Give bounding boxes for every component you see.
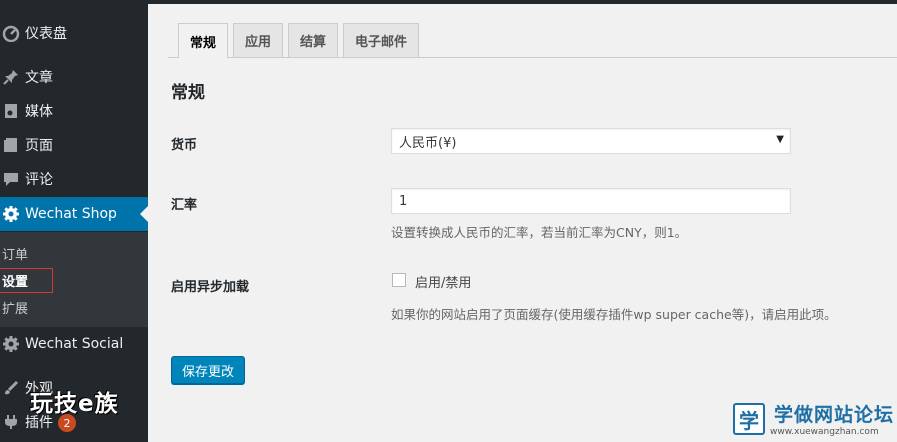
brush-icon — [0, 379, 22, 397]
wechat-shop-submenu: 订单 设置 扩展 — [0, 232, 148, 327]
menu-label: 页面 — [25, 138, 53, 154]
async-checkbox[interactable] — [392, 273, 406, 287]
watermark-text: 玩技e族 — [30, 391, 119, 417]
tab-checkout[interactable]: 结算 — [288, 23, 339, 57]
settings-tabs: 常规 应用 结算 电子邮件 — [178, 23, 424, 58]
site-logo-icon: 学 — [733, 403, 765, 435]
gear-icon — [0, 205, 22, 223]
media-icon — [0, 102, 22, 120]
currency-select[interactable]: 人民币(¥) ▼ — [391, 128, 791, 154]
menu-item-comments[interactable]: 评论 — [0, 162, 148, 196]
currency-label: 货币 — [171, 138, 198, 153]
settings-page: 常规 应用 结算 电子邮件 常规 货币 人民币(¥) ▼ 汇率 1 设置转换成人… — [148, 4, 897, 442]
plugin-icon — [0, 413, 22, 431]
async-checkbox-label[interactable]: 启用/禁用 — [415, 272, 471, 291]
menu-item-media[interactable]: 媒体 — [0, 94, 148, 128]
save-button[interactable]: 保存更改 — [171, 356, 246, 384]
tab-apps[interactable]: 应用 — [233, 23, 284, 57]
menu-item-wechat-shop[interactable]: Wechat Shop — [0, 197, 148, 231]
page-icon — [0, 136, 22, 154]
section-title: 常规 — [171, 83, 205, 103]
watermark-logo-title: 学做网站论坛 — [774, 404, 895, 426]
rate-input[interactable]: 1 — [391, 188, 791, 214]
tab-email[interactable]: 电子邮件 — [343, 23, 420, 57]
rate-description: 设置转换成人民币的汇率，若当前汇率为CNY，则1。 — [391, 225, 688, 240]
async-label: 启用异步加载 — [171, 280, 250, 295]
admin-sidebar: 仪表盘 文章 媒体 页面 评论 Wechat Shop 订单 设置 扩展 Wec… — [0, 0, 148, 442]
submenu-item-settings[interactable]: 设置 — [0, 268, 54, 293]
menu-label: 评论 — [25, 172, 53, 188]
submenu-item-orders[interactable]: 订单 — [2, 244, 28, 263]
tab-general[interactable]: 常规 — [178, 23, 229, 58]
pushpin-icon — [0, 68, 22, 86]
menu-label: 文章 — [25, 70, 53, 86]
watermark-logo-url: www.xuewangzhan.com — [770, 427, 879, 437]
menu-label: Wechat Social — [25, 336, 124, 352]
menu-label: 仪表盘 — [25, 26, 67, 42]
currency-selected-value: 人民币(¥) — [399, 135, 457, 151]
menu-item-wechat-social[interactable]: Wechat Social — [0, 327, 148, 361]
menu-label: 媒体 — [25, 104, 53, 120]
dropdown-arrow-icon: ▼ — [776, 134, 784, 145]
rate-label: 汇率 — [171, 198, 198, 213]
async-description: 如果你的网站启用了页面缓存(使用缓存插件wp super cache等)，请启用… — [391, 307, 837, 322]
gear-icon — [0, 335, 22, 353]
menu-label: Wechat Shop — [25, 206, 117, 222]
menu-item-dashboard[interactable]: 仪表盘 — [0, 16, 148, 50]
dashboard-icon — [0, 24, 22, 42]
submenu-item-extensions[interactable]: 扩展 — [2, 298, 28, 317]
menu-item-pages[interactable]: 页面 — [0, 128, 148, 162]
menu-item-posts[interactable]: 文章 — [0, 60, 148, 94]
comment-icon — [0, 170, 22, 188]
